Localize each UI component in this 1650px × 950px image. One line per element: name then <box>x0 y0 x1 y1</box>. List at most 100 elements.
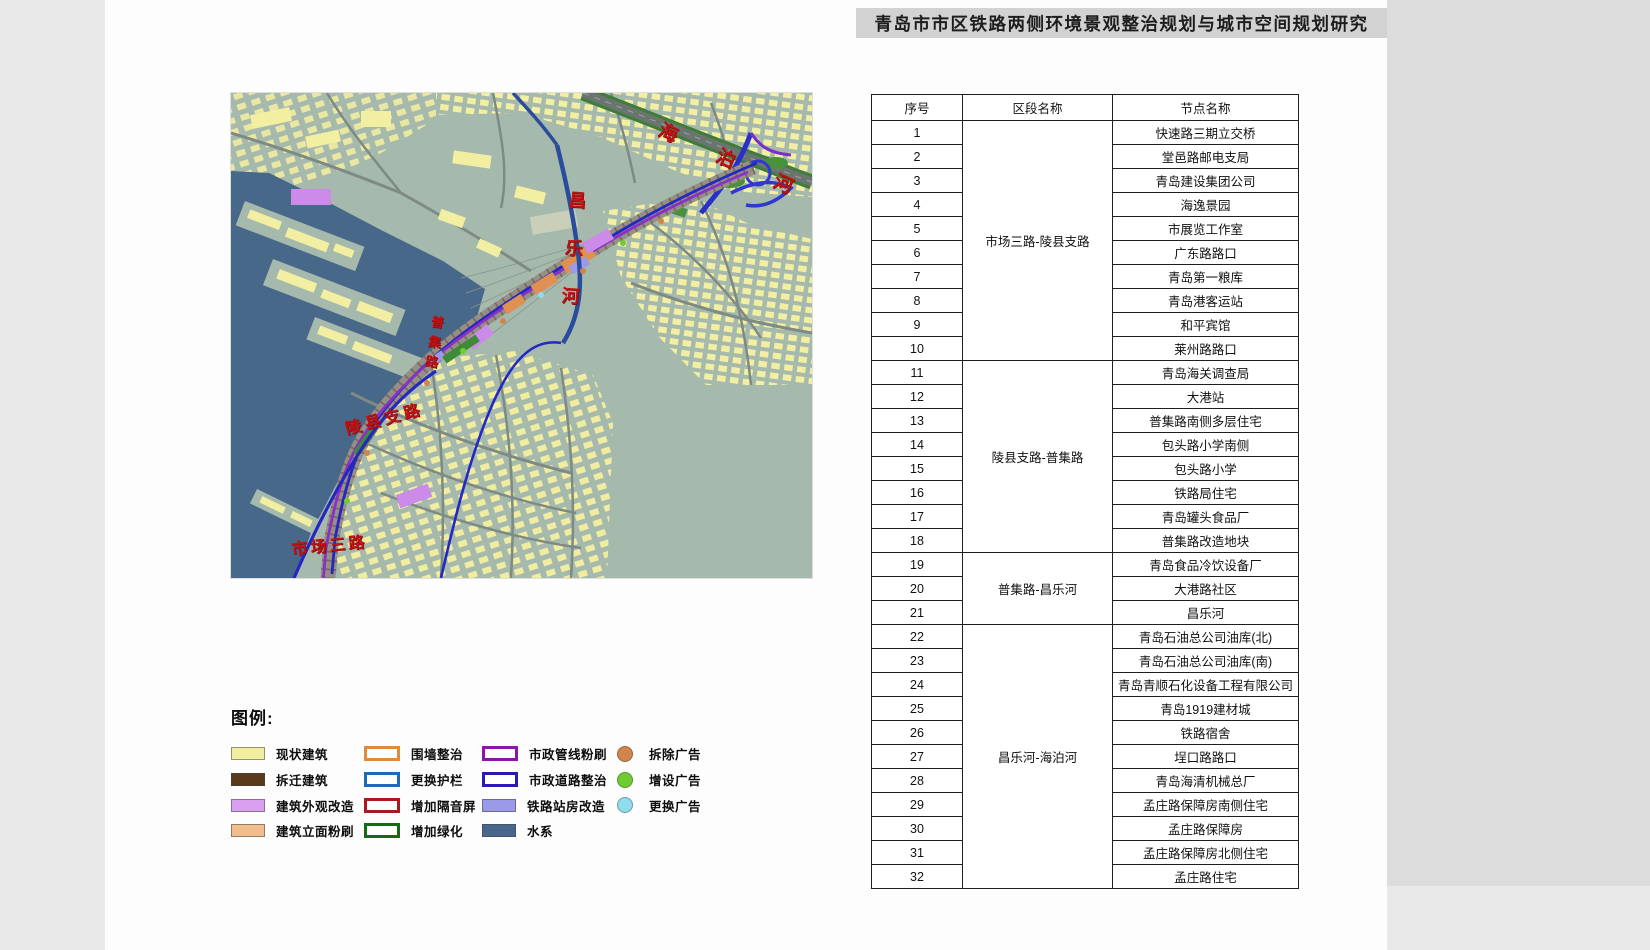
cell-serial: 32 <box>872 865 963 889</box>
cell-node: 青岛建设集团公司 <box>1113 169 1299 193</box>
cell-node: 包头路小学 <box>1113 457 1299 481</box>
cell-node: 昌乐河 <box>1113 601 1299 625</box>
cell-node: 青岛石油总公司油库(北) <box>1113 625 1299 649</box>
column-header: 区段名称 <box>963 95 1113 121</box>
cell-node: 普集路改造地块 <box>1113 529 1299 553</box>
legend-item: 现状建筑 <box>231 741 364 767</box>
legend-item: 拆除广告 <box>613 741 743 767</box>
legend-grid: 现状建筑拆迁建筑建筑外观改造建筑立面粉刷围墙整治更换护栏增加隔音屏增加绿化市政管… <box>231 741 791 844</box>
legend-item: 增设广告 <box>613 767 743 793</box>
legend-column: 围墙整治更换护栏增加隔音屏增加绿化 <box>364 741 482 844</box>
cell-node: 海逸景园 <box>1113 193 1299 217</box>
legend-label: 市政管线粉刷 <box>529 744 607 763</box>
cell-serial: 11 <box>872 361 963 385</box>
cell-serial: 4 <box>872 193 963 217</box>
map-label-char: 路 <box>348 535 366 553</box>
legend-label: 增加隔音屏 <box>411 796 476 815</box>
legend-item: 铁路站房改造 <box>482 792 613 818</box>
cell-node: 青岛海清机械总厂 <box>1113 769 1299 793</box>
map-label-char: 场 <box>310 539 328 557</box>
cell-serial: 29 <box>872 793 963 817</box>
legend-label: 更换广告 <box>649 796 701 815</box>
cell-serial: 14 <box>872 433 963 457</box>
legend-swatch-circle <box>617 772 633 788</box>
column-header: 序号 <box>872 95 963 121</box>
cell-serial: 15 <box>872 457 963 481</box>
cell-node: 大港站 <box>1113 385 1299 409</box>
cell-node: 广东路路口 <box>1113 241 1299 265</box>
cell-serial: 30 <box>872 817 963 841</box>
cell-node: 青岛罐头食品厂 <box>1113 505 1299 529</box>
map-label-char: 集 <box>427 335 442 350</box>
cell-serial: 17 <box>872 505 963 529</box>
legend-swatch-fill <box>482 799 516 812</box>
cell-serial: 8 <box>872 289 963 313</box>
legend: 图例: 现状建筑拆迁建筑建筑外观改造建筑立面粉刷围墙整治更换护栏增加隔音屏增加绿… <box>231 704 791 844</box>
cell-serial: 10 <box>872 337 963 361</box>
legend-column: 现状建筑拆迁建筑建筑外观改造建筑立面粉刷 <box>231 741 364 844</box>
cell-serial: 20 <box>872 577 963 601</box>
cell-node: 埕口路路口 <box>1113 745 1299 769</box>
cell-serial: 13 <box>872 409 963 433</box>
cell-section: 昌乐河-海泊河 <box>963 625 1113 889</box>
cell-node: 青岛青顺石化设备工程有限公司 <box>1113 673 1299 697</box>
cell-section: 市场三路-陵县支路 <box>963 121 1113 361</box>
cell-serial: 12 <box>872 385 963 409</box>
cell-node: 和平宾馆 <box>1113 313 1299 337</box>
legend-column: 市政管线粉刷市政道路整治铁路站房改造水系 <box>482 741 613 844</box>
cell-node: 青岛第一粮库 <box>1113 265 1299 289</box>
legend-label: 建筑立面粉刷 <box>276 821 354 840</box>
cell-node: 青岛港客运站 <box>1113 289 1299 313</box>
cell-serial: 26 <box>872 721 963 745</box>
table-row: 22昌乐河-海泊河青岛石油总公司油库(北) <box>872 625 1299 649</box>
legend-swatch-fill <box>231 799 265 812</box>
legend-item: 更换护栏 <box>364 767 482 793</box>
legend-label: 增加绿化 <box>411 821 463 840</box>
legend-swatch-circle <box>617 746 633 762</box>
cell-serial: 31 <box>872 841 963 865</box>
cell-serial: 2 <box>872 145 963 169</box>
document-title-band: 青岛市市区铁路两侧环境景观整治规划与城市空间规划研究 <box>856 8 1387 38</box>
legend-swatch-fill <box>231 747 265 760</box>
cell-node: 包头路小学南侧 <box>1113 433 1299 457</box>
cell-serial: 3 <box>872 169 963 193</box>
legend-item: 建筑立面粉刷 <box>231 818 364 844</box>
legend-swatch-fill <box>231 773 265 786</box>
legend-label: 拆迁建筑 <box>276 770 328 789</box>
map-label-char: 乐 <box>564 239 583 258</box>
page: 青岛市市区铁路两侧环境景观整治规划与城市空间规划研究 <box>0 0 1650 950</box>
legend-item: 增加绿化 <box>364 818 482 844</box>
legend-column: 拆除广告增设广告更换广告 <box>613 741 743 818</box>
cell-node: 青岛食品冷饮设备厂 <box>1113 553 1299 577</box>
legend-label: 增设广告 <box>649 770 701 789</box>
cell-node: 铁路局住宅 <box>1113 481 1299 505</box>
cell-serial: 24 <box>872 673 963 697</box>
cell-node: 孟庄路住宅 <box>1113 865 1299 889</box>
legend-item: 拆迁建筑 <box>231 767 364 793</box>
map-label-char: 普 <box>430 315 445 330</box>
cell-serial: 22 <box>872 625 963 649</box>
table-row: 1市场三路-陵县支路快速路三期立交桥 <box>872 121 1299 145</box>
legend-label: 市政道路整治 <box>529 770 607 789</box>
cell-serial: 6 <box>872 241 963 265</box>
legend-swatch-outline <box>364 798 400 813</box>
legend-swatch-outline <box>364 772 400 787</box>
app-background-corner <box>1387 886 1650 950</box>
cell-serial: 7 <box>872 265 963 289</box>
legend-item: 水系 <box>482 818 613 844</box>
legend-label: 围墙整治 <box>411 744 463 763</box>
cell-serial: 18 <box>872 529 963 553</box>
legend-swatch-outline <box>364 823 400 838</box>
cell-node: 孟庄路保障房南侧住宅 <box>1113 793 1299 817</box>
legend-item: 围墙整治 <box>364 741 482 767</box>
cell-node: 莱州路路口 <box>1113 337 1299 361</box>
map-label-char: 三 <box>329 537 347 555</box>
legend-label: 铁路站房改造 <box>527 796 605 815</box>
legend-swatch-outline <box>482 772 518 787</box>
legend-item: 增加隔音屏 <box>364 792 482 818</box>
table-row: 19普集路-昌乐河青岛食品冷饮设备厂 <box>872 553 1299 577</box>
cell-serial: 1 <box>872 121 963 145</box>
cell-node: 青岛海关调查局 <box>1113 361 1299 385</box>
cell-serial: 21 <box>872 601 963 625</box>
legend-label: 拆除广告 <box>649 744 701 763</box>
